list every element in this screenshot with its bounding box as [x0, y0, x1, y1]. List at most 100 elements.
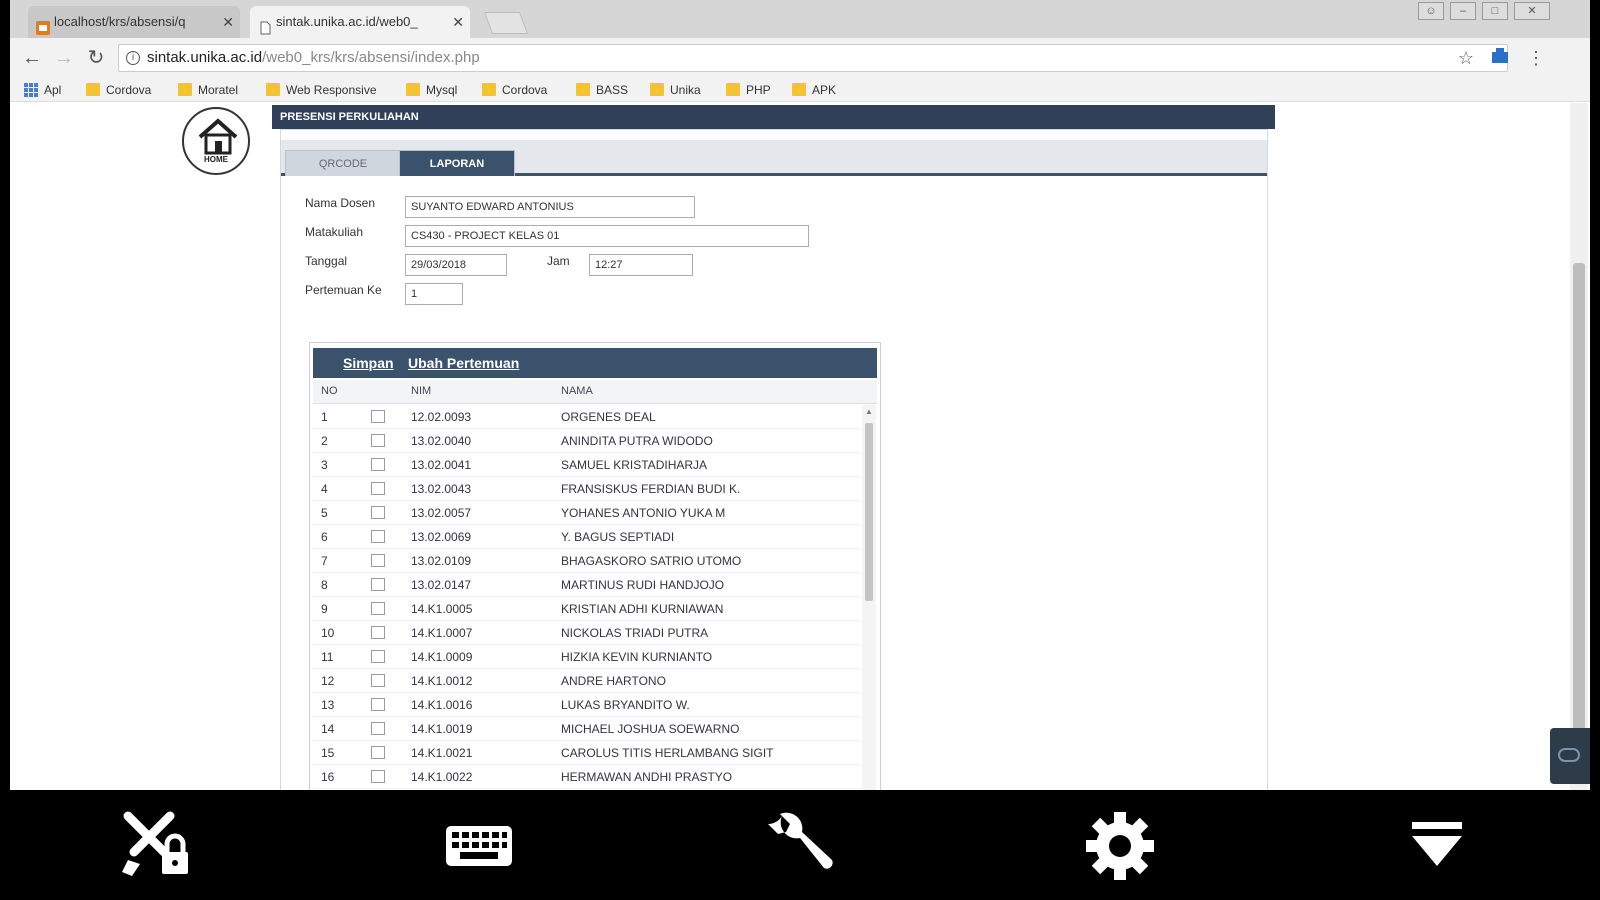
attendance-checkbox[interactable]	[371, 626, 385, 639]
row-nama: MARTINUS RUDI HANDJOJO	[561, 578, 725, 592]
page-document-icon	[258, 15, 272, 35]
attendance-checkbox[interactable]	[371, 770, 385, 783]
forward-icon[interactable]: →	[52, 46, 76, 70]
tabs-bar: QRCODE LAPORAN	[281, 140, 1267, 176]
bookmark-folder[interactable]: Cordova	[86, 81, 151, 99]
bookmark-folder[interactable]: Web Responsive	[266, 81, 377, 99]
close-window-button[interactable]: ✕	[1514, 2, 1550, 20]
attendance-checkbox[interactable]	[371, 506, 385, 519]
tab-laporan[interactable]: LAPORAN	[399, 150, 515, 176]
row-no: 14	[321, 722, 335, 736]
table-row[interactable]: 8 13.02.0147 MARTINUS RUDI HANDJOJO	[313, 573, 861, 597]
info-icon[interactable]: i	[126, 51, 140, 65]
table-row[interactable]: 12 14.K1.0012 ANDRE HARTONO	[313, 669, 861, 693]
attendance-checkbox[interactable]	[371, 530, 385, 543]
tab-qrcode[interactable]: QRCODE	[285, 150, 401, 176]
column-nama[interactable]: NAMA	[561, 385, 593, 397]
tanggal-field[interactable]: 29/03/2018	[405, 254, 507, 276]
attendance-checkbox[interactable]	[371, 650, 385, 663]
row-nama: MICHAEL JOSHUA SOEWARNO	[561, 722, 740, 736]
table-row[interactable]: 15 14.K1.0021 CAROLUS TITIS HERLAMBANG SIG…	[313, 741, 861, 765]
address-bar[interactable]: i sintak.unika.ac.id/web0_krs/krs/absens…	[118, 44, 1508, 72]
bookmark-label: BASS	[596, 83, 629, 97]
table-row[interactable]: 6 13.02.0069 Y. BAGUS SEPTIADI	[313, 525, 861, 549]
bookmark-folder[interactable]: APK	[792, 81, 836, 99]
bookmark-folder[interactable]: Moratel	[178, 81, 238, 99]
scroll-up-arrow-icon[interactable]: ▲	[865, 407, 873, 416]
row-nama: CAROLUS TITIS HERLAMBANG SIGIT	[561, 746, 774, 760]
back-icon[interactable]: ←	[20, 46, 44, 70]
bookmark-star-icon[interactable]: ☆	[1454, 46, 1478, 70]
ubah-pertemuan-link[interactable]: Ubah Pertemuan	[408, 355, 519, 371]
bookmark-folder[interactable]: Unika	[650, 81, 701, 99]
handle-icon	[1558, 748, 1580, 762]
table-row[interactable]: 10 14.K1.0007 NICKOLAS TRIADI PUTRA	[313, 621, 861, 645]
attendance-checkbox[interactable]	[371, 434, 385, 447]
maximize-button[interactable]: □	[1482, 2, 1508, 20]
table-row[interactable]: 4 13.02.0043 FRANSISKUS FERDIAN BUDI K.	[313, 477, 861, 501]
attendance-checkbox[interactable]	[371, 458, 385, 471]
tanggal-label: Tanggal	[305, 254, 348, 268]
simpan-link[interactable]: Simpan	[343, 355, 394, 371]
tools-lock-icon[interactable]	[118, 808, 198, 884]
row-nama: Y. BAGUS SEPTIADI	[561, 530, 675, 544]
table-row[interactable]: 9 14.K1.0005 KRISTIAN ADHI KURNIAWAN	[313, 597, 861, 621]
attendance-checkbox[interactable]	[371, 722, 385, 735]
jam-field[interactable]: 12:27	[589, 254, 693, 276]
attendance-checkbox[interactable]	[371, 482, 385, 495]
table-row[interactable]: 1 12.02.0093 ORGENES DEAL	[313, 405, 861, 429]
attendance-checkbox[interactable]	[371, 746, 385, 759]
home-logo[interactable]: HOME	[182, 107, 250, 175]
close-tab-icon[interactable]: ✕	[452, 6, 464, 38]
attendance-checkbox[interactable]	[371, 674, 385, 687]
bookmark-apps[interactable]: Apl	[24, 81, 61, 99]
table-row[interactable]: 7 13.02.0109 BHAGASKORO SATRIO UTOMO	[313, 549, 861, 573]
table-row[interactable]: 2 13.02.0040 ANINDITA PUTRA WIDODO	[313, 429, 861, 453]
attendance-checkbox[interactable]	[371, 578, 385, 591]
table-row[interactable]: 16 14.K1.0022 HERMAWAN ANDHI PRASTYO	[313, 765, 861, 789]
menu-kebab-icon[interactable]: ⋮	[1524, 46, 1548, 70]
grid-scrollbar[interactable]: ▲	[862, 405, 876, 790]
row-nim: 13.02.0043	[411, 482, 472, 496]
row-nim: 13.02.0147	[411, 578, 472, 592]
folder-icon	[726, 83, 740, 96]
collapse-down-icon[interactable]	[1400, 808, 1480, 884]
attendance-checkbox[interactable]	[371, 698, 385, 711]
reload-icon[interactable]: ↻	[84, 46, 108, 70]
table-row[interactable]: 3 13.02.0041 SAMUEL KRISTADIHARJA	[313, 453, 861, 477]
row-no: 15	[321, 746, 335, 760]
table-row[interactable]: 5 13.02.0057 YOHANES ANTONIO YUKA M	[313, 501, 861, 525]
minimize-button[interactable]: –	[1450, 2, 1476, 20]
column-nim[interactable]: NIM	[411, 385, 431, 397]
attendance-checkbox[interactable]	[371, 602, 385, 615]
bookmark-folder[interactable]: BASS	[576, 81, 628, 99]
extension-icon[interactable]	[1488, 46, 1512, 70]
close-tab-icon[interactable]: ✕	[222, 6, 234, 38]
profile-icon[interactable]: ☺	[1418, 2, 1444, 20]
table-row[interactable]: 13 14.K1.0016 LUKAS BRYANDITO W.	[313, 693, 861, 717]
gear-icon[interactable]	[1080, 808, 1160, 884]
folder-icon	[792, 83, 806, 96]
side-panel-handle[interactable]	[1550, 728, 1590, 784]
new-tab-button[interactable]	[483, 12, 529, 34]
folder-icon	[650, 83, 664, 96]
tab-title: localhost/krs/absensi/q	[54, 14, 186, 29]
wrench-icon[interactable]	[760, 808, 840, 884]
nama-dosen-field[interactable]: SUYANTO EDWARD ANTONIUS	[405, 196, 695, 218]
page-scrollbar[interactable]	[1570, 103, 1588, 790]
matakuliah-field[interactable]: CS430 - PROJECT KELAS 01	[405, 225, 809, 247]
table-row[interactable]: 14 14.K1.0019 MICHAEL JOSHUA SOEWARNO	[313, 717, 861, 741]
attendance-checkbox[interactable]	[371, 410, 385, 423]
bookmark-folder[interactable]: Mysql	[406, 81, 457, 99]
keyboard-icon[interactable]	[440, 808, 520, 884]
pertemuan-field[interactable]: 1	[405, 283, 463, 305]
column-no[interactable]: NO	[321, 385, 338, 397]
table-row[interactable]: 11 14.K1.0009 HIZKIA KEVIN KURNIANTO	[313, 645, 861, 669]
browser-tab-localhost[interactable]: localhost/krs/absensi/q ✕	[28, 6, 240, 38]
page-scroll-thumb[interactable]	[1573, 263, 1585, 763]
attendance-checkbox[interactable]	[371, 554, 385, 567]
bookmark-folder[interactable]: Cordova	[482, 81, 547, 99]
grid-scroll-thumb[interactable]	[865, 423, 873, 601]
bookmark-folder[interactable]: PHP	[726, 81, 771, 99]
browser-tab-sintak[interactable]: sintak.unika.ac.id/web0_ ✕	[250, 6, 470, 38]
